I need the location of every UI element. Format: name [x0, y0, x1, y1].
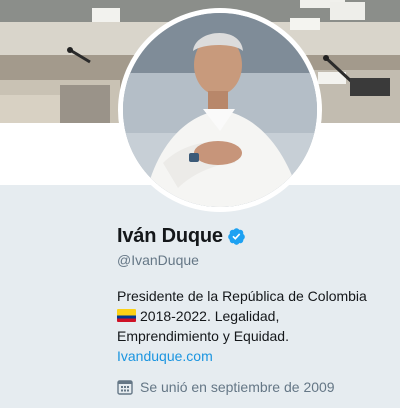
bio-line: Presidente de la República de Colombia	[117, 288, 367, 304]
profile-website-link[interactable]: Ivanduque.com	[117, 346, 385, 366]
avatar-photo	[123, 13, 317, 207]
bio-line: Emprendimiento y Equidad.	[117, 328, 289, 344]
profile-handle[interactable]: @IvanDuque	[117, 252, 387, 272]
colombia-flag-icon	[117, 309, 136, 322]
bio-line: 2018-2022. Legalidad,	[140, 308, 280, 324]
profile-info: Iván Duque @IvanDuque Presidente de la R…	[117, 222, 387, 395]
verified-badge-icon	[227, 227, 245, 245]
profile-avatar[interactable]	[118, 8, 322, 212]
profile-bio: Presidente de la República de Colombia 2…	[117, 286, 385, 366]
bio-line-with-flag: 2018-2022. Legalidad,	[117, 306, 385, 326]
profile-name-row: Iván Duque	[117, 222, 387, 250]
profile-name[interactable]: Iván Duque	[117, 225, 223, 248]
profile-join-date: Se unió en septiembre de 2009	[117, 379, 387, 395]
join-date-text: Se unió en septiembre de 2009	[140, 379, 335, 395]
calendar-icon	[117, 380, 133, 395]
